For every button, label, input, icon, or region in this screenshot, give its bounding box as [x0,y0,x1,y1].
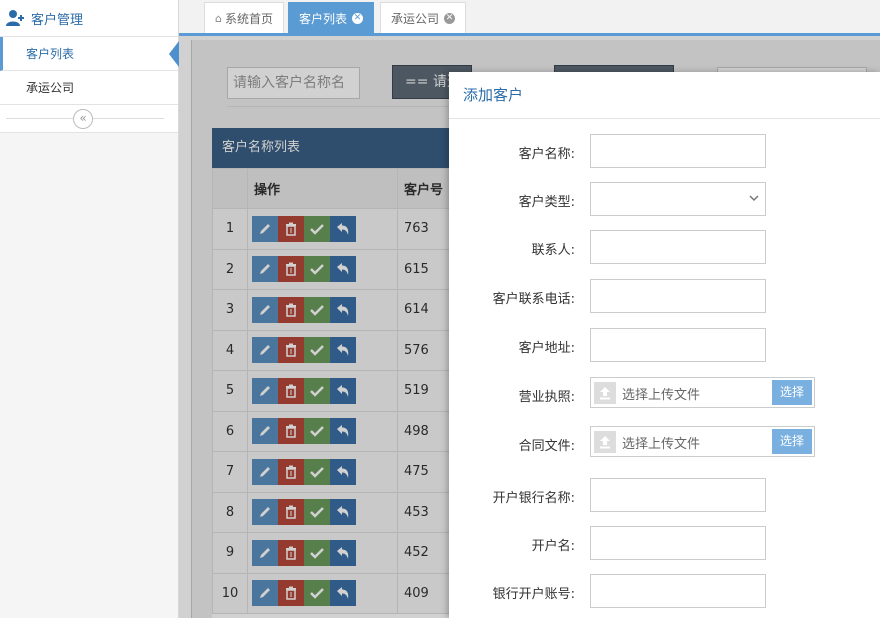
customer-type-label: 客户类型: [518,195,575,210]
sidebar-item-customer-list[interactable]: 客户列表 [0,37,179,71]
form-row-customer-name: 客户名称: [449,134,880,168]
form-row-contract-file: 合同文件: 选择上传文件 选择 [449,426,880,460]
form-row-contact-person: 联系人: [449,230,880,264]
customer-name-input[interactable] [590,134,766,168]
sidebar-item-label: 客户列表 [26,47,75,61]
choose-file-button[interactable]: 选择 [772,380,812,405]
add-customer-dialog: 添加客户 客户名称: 客户类型: 联系人: 客户联系电话: 客户地址: 营业执照: 选择上传… [449,72,880,618]
upload-icon [594,431,616,453]
active-indicator [169,41,179,67]
sidebar-item-carrier[interactable]: 承运公司 [0,71,178,105]
close-tab-icon[interactable]: ✕ [444,12,456,24]
bank-name-input[interactable] [590,478,766,512]
tab-label: 承运公司 [391,11,440,26]
upload-placeholder: 选择上传文件 [622,437,701,452]
form-row-business-license: 营业执照: 选择上传文件 选择 [449,377,880,411]
customer-type-select[interactable] [590,182,766,216]
tab-bar: ⌂ 系统首页 客户列表 ✕ 承运公司 ✕ [179,0,880,36]
user-add-icon [6,10,24,26]
sidebar: 客户管理 客户列表 承运公司 « [0,0,179,618]
customer-address-input[interactable] [590,328,766,362]
choose-file-button[interactable]: 选择 [772,429,812,454]
double-chevron-left-icon: « [79,111,87,125]
tab-carrier[interactable]: 承运公司 ✕ [380,2,467,33]
account-name-label: 开户名: [531,539,575,554]
business-license-label: 营业执照: [518,390,575,405]
tab-label: 客户列表 [299,11,348,26]
customer-name-label: 客户名称: [518,147,575,162]
form-row-bank-name: 开户银行名称: [449,478,880,512]
form-row-account-name: 开户名: [449,526,880,560]
customer-phone-label: 客户联系电话: [492,292,575,307]
contact-person-label: 联系人: [531,243,575,258]
upload-icon [594,382,616,404]
dialog-title: 添加客户 [449,72,880,119]
business-license-upload[interactable]: 选择上传文件 选择 [590,377,815,408]
form-row-bank-account-number: 银行开户账号: [449,574,880,608]
collapse-sidebar-button[interactable]: « [73,109,93,129]
sidebar-header-label: 客户管理 [31,12,84,28]
form-row-customer-type: 客户类型: [449,182,880,216]
bank-account-number-input[interactable] [590,574,766,608]
chevron-down-icon [749,195,759,202]
tab-label: 系统首页 [224,11,273,26]
contract-file-upload[interactable]: 选择上传文件 选择 [590,426,815,457]
customer-phone-input[interactable] [590,279,766,313]
bank-account-number-label: 银行开户账号: [492,587,575,602]
upload-placeholder: 选择上传文件 [622,388,701,403]
sidebar-item-label: 承运公司 [26,81,75,95]
sidebar-collapse-row: « [0,105,178,133]
account-name-input[interactable] [590,526,766,560]
form-row-customer-address: 客户地址: [449,328,880,362]
customer-address-label: 客户地址: [518,341,575,356]
form-row-customer-phone: 客户联系电话: [449,279,880,313]
close-tab-icon[interactable]: ✕ [352,12,364,24]
contract-file-label: 合同文件: [518,439,575,454]
tab-customer-list[interactable]: 客户列表 ✕ [288,2,375,33]
contact-person-input[interactable] [590,230,766,264]
sidebar-header[interactable]: 客户管理 [0,0,178,37]
tab-home[interactable]: ⌂ 系统首页 [204,2,284,33]
bank-name-label: 开户银行名称: [492,491,575,506]
home-icon: ⌂ [215,11,222,25]
